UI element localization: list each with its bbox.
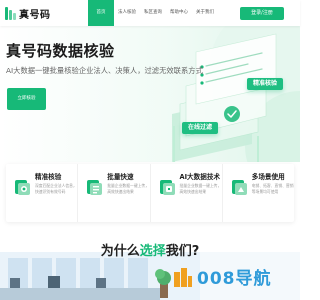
verify-now-button[interactable]: 立即核验: [7, 88, 46, 110]
menu-item-private-query[interactable]: 私区查询: [140, 0, 166, 26]
scene-icon: [231, 180, 247, 195]
main-menu: 首页 法人核验 私区查询 帮助中心 关于我们: [88, 0, 218, 26]
feature-desc: 电销、拓客、直销、营销等场景均可使用: [251, 183, 294, 194]
logo[interactable]: 真号码: [5, 6, 51, 21]
tag-precise-verify: 精准核验: [247, 78, 284, 90]
title-highlight: 选择: [139, 244, 166, 259]
menu-item-legal-verify[interactable]: 法人核验: [114, 0, 140, 26]
watermark-008-daohang: 008导航: [173, 264, 272, 289]
feature-desc: 深度匹配企业法人信息，快速识别有效号码: [35, 183, 77, 194]
target-icon: [15, 180, 30, 195]
menu-item-home[interactable]: 首页: [88, 0, 114, 26]
why-choose-us-title: 为什么选择我们?: [0, 240, 300, 259]
login-register-button[interactable]: 登录/注册: [240, 7, 284, 20]
hero-banner: 真号码数据核验 AI大数据一键批量核验企业法人、决策人，过滤无效联系方式 立即核…: [0, 26, 300, 162]
tag-online-filter: 在线过滤: [182, 122, 219, 134]
hero-subtitle: AI大数据一键批量核验企业法人、决策人，过滤无效联系方式: [6, 66, 203, 75]
menu-item-help[interactable]: 帮助中心: [166, 0, 192, 26]
feature-cards: 精准核验 深度匹配企业法人信息，快速识别有效号码 批量快速 批量企业数据一键上传…: [6, 164, 294, 222]
feature-desc: 批量企业数据一键上传，高效快速出结果: [179, 183, 222, 194]
feature-title: 多场景使用: [251, 173, 285, 181]
feature-desc: 批量企业数据一键上传，高效快速出结果: [107, 183, 150, 194]
feature-card-batch: 批量快速 批量企业数据一键上传，高效快速出结果: [78, 164, 151, 222]
batch-icon: [87, 180, 103, 195]
why-us-section: 为什么选择我们? 008导航: [0, 232, 300, 300]
title-prefix: 为什么: [100, 244, 140, 259]
logo-text: 真号码: [19, 10, 51, 21]
feature-title: AI大数据技术: [179, 173, 221, 181]
logo-mark-icon: [5, 7, 16, 20]
ai-icon: [159, 180, 175, 195]
top-nav: 真号码 首页 法人核验 私区查询 帮助中心 关于我们 登录/注册: [0, 0, 300, 26]
hero-title: 真号码数据核验: [6, 42, 115, 60]
feature-card-precise: 精准核验 深度匹配企业法人信息，快速识别有效号码: [6, 164, 79, 222]
feature-card-scene: 多场景使用 电销、拓客、直销、营销等场景均可使用: [223, 164, 294, 222]
watermark-logo-icon: [174, 267, 192, 287]
title-suffix: 我们?: [165, 244, 200, 259]
feature-title: 精准核验: [35, 173, 62, 181]
watermark-text: 008导航: [197, 269, 272, 289]
feature-card-ai: AI大数据技术 批量企业数据一键上传，高效快速出结果: [151, 164, 223, 222]
menu-item-about[interactable]: 关于我们: [192, 0, 218, 26]
feature-title: 批量快速: [107, 173, 134, 181]
